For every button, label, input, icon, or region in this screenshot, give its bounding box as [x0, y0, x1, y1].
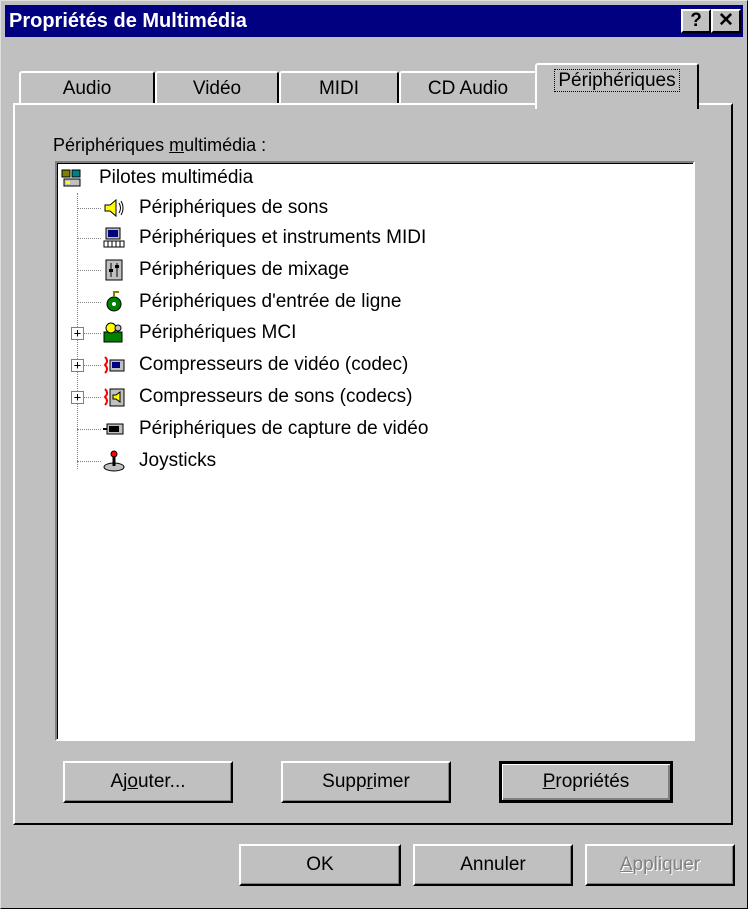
close-icon: ✕: [718, 10, 734, 31]
mci-icon: [103, 322, 123, 343]
tree-connector: [77, 429, 101, 430]
button-label: Annuler: [460, 854, 526, 875]
tab-label: MIDI: [318, 78, 360, 99]
tree-item-label: Périphériques de capture de vidéo: [139, 418, 429, 439]
button-label: uter...: [137, 771, 186, 792]
title-bar[interactable]: Propriétés de Multimédia ? ✕: [5, 5, 743, 37]
expand-video-codec-button[interactable]: +: [71, 359, 84, 372]
apply-button: Appliquer: [585, 844, 735, 886]
properties-button[interactable]: Propriétés: [499, 761, 673, 803]
tree-item-label: Périphériques de mixage: [139, 259, 350, 280]
access-key: m: [169, 135, 185, 155]
devices-label: Périphériques multimédia :: [53, 135, 266, 156]
button-label: Aj: [110, 771, 128, 792]
tab-video[interactable]: Vidéo: [155, 71, 279, 107]
cancel-button[interactable]: Annuler: [413, 844, 573, 886]
label-text: Périphériques: [53, 135, 170, 155]
button-label: ropriétés: [555, 771, 630, 792]
tree-item-label: Joysticks: [139, 450, 217, 471]
tab-label: Vidéo: [192, 78, 242, 99]
help-icon: ?: [690, 10, 702, 31]
tree-item-audio-codecs[interactable]: Compresseurs de sons (codecs): [103, 382, 603, 412]
close-button[interactable]: ✕: [711, 9, 741, 33]
tree-item-label: Périphériques de sons: [139, 197, 329, 218]
tree-item-label: Périphériques d'entrée de ligne: [139, 291, 402, 312]
tree-item-label: Périphériques MCI: [139, 322, 297, 343]
button-label: OK: [306, 854, 334, 875]
joystick-icon: [103, 450, 125, 472]
devices-tree[interactable]: Pilotes multimédia Périphériques de sons: [55, 161, 695, 741]
tree-connector: [77, 238, 101, 239]
tree-item-label: Compresseurs de vidéo (codec): [139, 354, 409, 375]
tree-item-label: Compresseurs de sons (codecs): [139, 386, 413, 407]
tree-item-root[interactable]: Pilotes multimédia: [57, 163, 457, 193]
line-input-icon: [106, 291, 122, 312]
remove-button[interactable]: Supprimer: [281, 761, 451, 803]
tree-connector: [77, 208, 101, 209]
window-title: Propriétés de Multimédia: [9, 10, 247, 32]
access-key: P: [542, 771, 556, 792]
button-label: ppliquer: [632, 854, 701, 875]
expand-audio-codec-button[interactable]: +: [71, 391, 84, 404]
button-label: imer: [372, 771, 410, 792]
tree-item-video-codecs[interactable]: Compresseurs de vidéo (codec): [103, 350, 603, 380]
button-label: Supp: [322, 771, 367, 792]
multimedia-drivers-icon: [61, 169, 81, 187]
video-capture-icon: [103, 423, 124, 435]
help-button[interactable]: ?: [681, 9, 711, 33]
tab-label: Périphériques: [554, 69, 680, 92]
tab-label: Audio: [62, 78, 112, 99]
tree-connector: [77, 302, 101, 303]
tree-item-video-capture[interactable]: Périphériques de capture de vidéo: [103, 414, 603, 444]
multimedia-properties-window: Propriétés de Multimédia ? ✕ Audio Vidéo…: [0, 0, 748, 909]
video-codec-icon: [103, 356, 125, 374]
midi-computer-icon: [103, 227, 125, 248]
tab-audio[interactable]: Audio: [19, 71, 155, 107]
tree-item-joysticks[interactable]: Joysticks: [103, 446, 603, 476]
tree-connector: [84, 365, 101, 366]
add-button[interactable]: Ajouter...: [63, 761, 233, 803]
tree-item-line-input-devices[interactable]: Périphériques d'entrée de ligne: [103, 287, 603, 317]
label-text: ultimédia :: [184, 135, 267, 155]
tab-peripheriques[interactable]: Périphériques: [535, 63, 699, 109]
tree-item-sound-devices[interactable]: Périphériques de sons: [103, 193, 603, 223]
mixer-icon: [105, 259, 123, 281]
tree-item-mci-devices[interactable]: Périphériques MCI: [103, 318, 603, 348]
expand-mci-button[interactable]: +: [71, 327, 84, 340]
tab-strip: Audio Vidéo MIDI CD Audio Périphériques: [15, 63, 735, 109]
tab-cd-audio[interactable]: CD Audio: [399, 71, 537, 107]
access-key: o: [127, 771, 138, 792]
tree-connector: [84, 397, 101, 398]
tree-item-label: Périphériques et instruments MIDI: [139, 227, 427, 248]
tree-item-midi-devices[interactable]: Périphériques et instruments MIDI: [103, 223, 603, 253]
tab-label: CD Audio: [427, 78, 509, 99]
tree-item-mixer-devices[interactable]: Périphériques de mixage: [103, 255, 603, 285]
tree-connector: [84, 333, 101, 334]
tree-connector: [77, 270, 101, 271]
speaker-icon: [104, 198, 124, 218]
tree-item-label: Pilotes multimédia: [99, 167, 254, 188]
ok-button[interactable]: OK: [239, 844, 401, 886]
access-key: A: [619, 854, 633, 875]
audio-codec-icon: [103, 388, 125, 407]
tab-panel: Périphériques multimédia : Pilotes multi…: [13, 103, 733, 825]
tab-midi[interactable]: MIDI: [279, 71, 399, 107]
tree-connector: [77, 461, 101, 462]
